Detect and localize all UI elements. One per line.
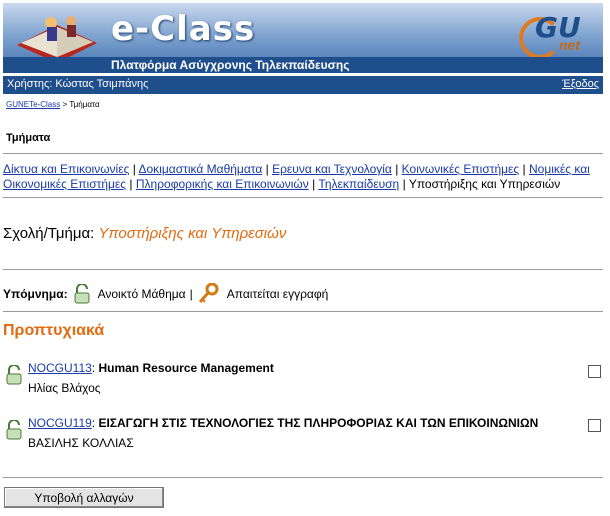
- faculty-link-test-courses[interactable]: Δοκιμαστικά Μαθήματα: [138, 162, 262, 176]
- course-code-link[interactable]: NOCGU113: [28, 361, 92, 375]
- faculty-link-informatics[interactable]: Πληροφορικής και Επικοινωνιών: [136, 177, 309, 191]
- divider: [3, 269, 603, 270]
- page-title: Τμήματα: [6, 132, 51, 144]
- school-label: Σχολή/Τμήμα:: [3, 225, 95, 242]
- school-name: Υποστήριξης και Υπηρεσιών: [98, 225, 287, 242]
- breadcrumb-current: Τμήματα: [69, 100, 100, 109]
- banner-subtitle-bar: Πλατφόρμα Ασύγχρονης Τηλεκπαίδευσης: [3, 57, 603, 73]
- faculty-separator: |: [308, 177, 319, 191]
- course-professor: Ηλίας Βλάχος: [28, 381, 101, 395]
- faculty-separator: |: [262, 162, 273, 176]
- legend-separator: |: [189, 287, 193, 301]
- course-select-checkbox[interactable]: [588, 419, 601, 432]
- legend-open-course: Ανοικτό Μάθημα: [97, 287, 186, 301]
- school-heading: Σχολή/Τμήμα: Υποστήριξης και Υπηρεσιών: [3, 225, 286, 242]
- faculty-links: Δίκτυα και Επικοινωνίες | Δοκιμαστικά Μα…: [3, 162, 603, 192]
- faculty-current: Υποστήριξης και Υπηρεσιών: [408, 177, 561, 191]
- divider: [3, 153, 603, 154]
- course-professor: ΒΑΣΙΛΗΣ ΚΟΛΛΙΑΣ: [28, 436, 134, 450]
- divider: [3, 311, 603, 312]
- faculty-link-research[interactable]: Ερευνα και Τεχνολογία: [272, 162, 392, 176]
- app-title: e-Class: [111, 9, 256, 49]
- course-code-link[interactable]: NOCGU119: [28, 416, 92, 430]
- course-name: ΕΙΣΑΓΩΓΗ ΣΤΙΣ ΤΕΧΝΟΛΟΓΙΕΣ ΤΗΣ ΠΛΗΡΟΦΟΡΙΑ…: [98, 416, 539, 430]
- breadcrumb-separator: >: [60, 100, 70, 109]
- app-subtitle: Πλατφόρμα Ασύγχρονης Τηλεκπαίδευσης: [111, 58, 350, 72]
- header-banner: e-Class GU net Πλατφόρμα Ασύγχρονης Τηλε…: [3, 3, 603, 73]
- eclass-book-logo-icon: [17, 16, 97, 63]
- faculty-link-networks[interactable]: Δίκτυα και Επικοινωνίες: [3, 162, 129, 176]
- legend: Υπόμνημα: Ανοικτό Μάθημα | Απαιτείται εγ…: [3, 283, 328, 305]
- faculty-link-distance-learning[interactable]: Τηλεκπαίδευση: [318, 177, 399, 191]
- divider: [3, 197, 603, 198]
- legend-label: Υπόμνημα:: [3, 287, 68, 301]
- logout-link[interactable]: Έξοδος: [562, 78, 599, 90]
- open-lock-icon: [6, 365, 22, 385]
- faculty-link-social-sciences[interactable]: Κοινωνικές Επιστήμες: [402, 162, 520, 176]
- faculty-separator: |: [126, 177, 136, 191]
- faculty-separator: |: [519, 162, 529, 176]
- user-bar: Χρήστης: Κώστας Τσιμπάνης Έξοδος: [3, 76, 603, 94]
- faculty-separator: |: [399, 177, 409, 191]
- breadcrumb-home-link[interactable]: GUNETe-Class: [6, 100, 60, 109]
- undergraduate-heading: Προπτυχιακά: [3, 322, 105, 339]
- gunet-logo: GU net: [515, 9, 595, 59]
- open-lock-icon: [6, 420, 22, 440]
- gunet-logo-net: net: [559, 37, 580, 53]
- faculty-separator: |: [391, 162, 402, 176]
- legend-registration-required: Απαιτείται εγγραφή: [226, 287, 329, 301]
- open-lock-icon: [74, 284, 90, 304]
- course-select-checkbox[interactable]: [588, 365, 601, 378]
- divider: [3, 477, 603, 478]
- course-name: Human Resource Management: [98, 361, 274, 375]
- current-user: Χρήστης: Κώστας Τσιμπάνης: [7, 78, 149, 90]
- breadcrumb: GUNETe-Class > Τμήματα: [6, 100, 100, 109]
- submit-changes-button[interactable]: Υποβολή αλλαγών: [4, 487, 164, 508]
- key-icon: [198, 283, 219, 303]
